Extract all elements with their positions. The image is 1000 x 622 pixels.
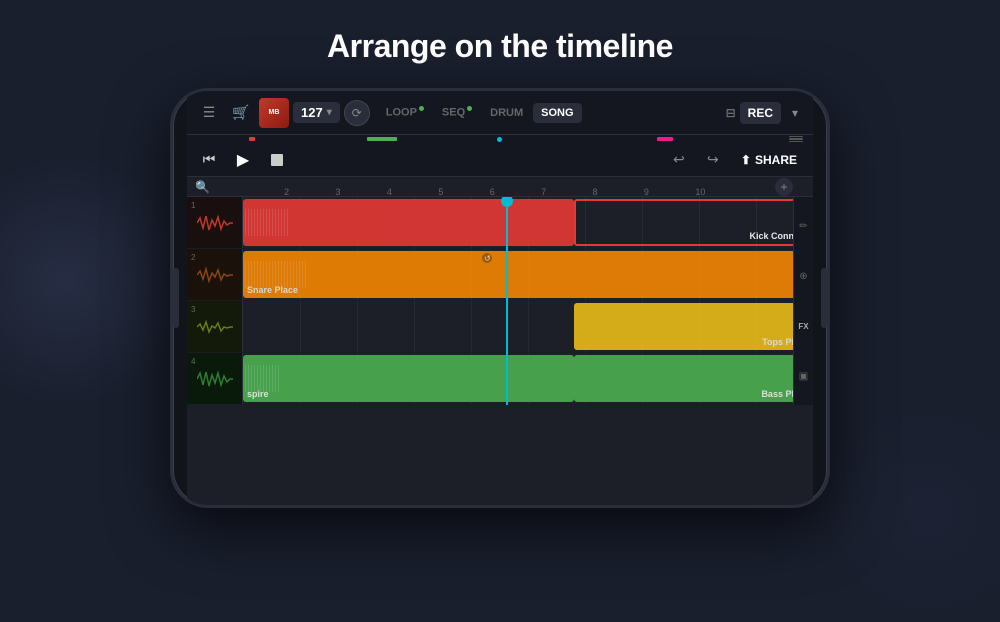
stop-button[interactable] <box>263 146 291 174</box>
ruler-num-6: 6 <box>490 187 495 197</box>
undo-button[interactable]: ↩ <box>665 146 693 174</box>
bpm-display[interactable]: 127 ▾ <box>293 102 340 123</box>
indicator-green <box>367 137 397 141</box>
edit-tool-button[interactable]: ✏ <box>795 217 813 235</box>
snare-loop-marker: ↺ <box>482 253 492 263</box>
clip-label-spire: spire <box>247 389 269 399</box>
indicator-teal <box>497 137 502 142</box>
clip-track4-bass[interactable]: ↺ Bass Place <box>574 355 813 402</box>
indicator-red <box>249 137 255 141</box>
bpm-arrow-icon: ▾ <box>327 107 332 118</box>
track-num-3: 3 <box>191 305 195 314</box>
clip-track3-tops[interactable]: ↺ Tops Place <box>574 303 813 350</box>
clip-track1-kick[interactable]: ↺ Kick Connect <box>574 199 813 246</box>
clip-track2-snare[interactable]: ↺ Snare Place <box>243 251 813 298</box>
tab-seq[interactable]: SEQ <box>434 102 480 123</box>
indicator-pink <box>657 137 673 141</box>
track-content-3: ↺ Tops Place <box>243 301 813 352</box>
track-content-2: ↺ Snare Place <box>243 249 813 300</box>
zoom-button[interactable]: 🔍 <box>195 180 210 194</box>
track-content-1: ↺ Kick Connect <box>243 197 813 248</box>
phone-notch-left <box>173 268 179 328</box>
indicator-lines <box>789 136 803 143</box>
clip-track1-main[interactable] <box>243 199 574 246</box>
clip-track4-main[interactable]: spire <box>243 355 574 402</box>
menu-button[interactable]: ☰ <box>195 99 223 127</box>
top-bar: ☰ 🛒 MB 127 ▾ ⟳ LOOP SEQ DRUM <box>187 91 813 135</box>
tracks-area: 1 <box>187 197 813 405</box>
ruler-num-2: 2 <box>284 187 289 197</box>
clip-pattern-2 <box>243 251 813 298</box>
album-art: MB <box>259 98 289 128</box>
fx-tool-button[interactable]: FX <box>795 317 813 335</box>
playhead <box>506 197 508 405</box>
cart-button[interactable]: 🛒 <box>227 99 255 127</box>
track-label-1: 1 <box>187 197 243 248</box>
transport-bar: ⏮ ▶ ↩ ↪ ⬆ SHARE <box>187 143 813 177</box>
eq-button[interactable]: ⊟ <box>726 106 736 120</box>
clip-label-snare: Snare Place <box>247 285 298 295</box>
track-label-3: 3 <box>187 301 243 352</box>
phone-frame: ☰ 🛒 MB 127 ▾ ⟳ LOOP SEQ DRUM <box>170 88 830 508</box>
share-icon: ⬆ <box>741 153 751 167</box>
clip-pattern-4 <box>243 355 574 402</box>
tempo-knob[interactable]: ⟳ <box>344 100 370 126</box>
track-num-4: 4 <box>191 357 195 366</box>
ruler-num-9: 9 <box>644 187 649 197</box>
track-num-2: 2 <box>191 253 195 262</box>
play-button[interactable]: ▶ <box>229 146 257 174</box>
waveform-icon-3 <box>197 316 233 338</box>
bg-orb-left <box>0 156 190 406</box>
track-num-1: 1 <box>191 201 195 210</box>
ruler-num-5: 5 <box>438 187 443 197</box>
bpm-value: 127 <box>301 105 323 120</box>
clip-pattern-1 <box>243 199 574 246</box>
waveform-icon-1 <box>197 212 233 234</box>
chevron-down-button[interactable]: ▾ <box>785 99 805 127</box>
ruler-num-3: 3 <box>336 187 341 197</box>
phone-notch-right <box>821 268 827 328</box>
waveform-icon-4 <box>197 368 233 390</box>
share-button[interactable]: ⬆ SHARE <box>733 149 805 171</box>
page-title: Arrange on the timeline <box>327 28 673 65</box>
timeline-ruler: 🔍 2 3 4 5 6 7 8 9 10 + <box>187 177 813 197</box>
folder-tool-button[interactable]: ▣ <box>795 367 813 385</box>
mixer-tool-button[interactable]: ⊕ <box>795 267 813 285</box>
track-content-4: spire ↺ Bass Place <box>243 353 813 404</box>
phone-wrapper: ☰ 🛒 MB 127 ▾ ⟳ LOOP SEQ DRUM <box>170 88 830 508</box>
track-label-2: 2 <box>187 249 243 300</box>
bg-orb-right <box>820 402 1000 622</box>
track-row-2: 2 <box>187 249 813 301</box>
waveform-icon-2 <box>197 264 233 286</box>
ruler-num-4: 4 <box>387 187 392 197</box>
ruler-num-7: 7 <box>541 187 546 197</box>
tab-song[interactable]: SONG <box>533 103 581 123</box>
redo-button[interactable]: ↪ <box>699 146 727 174</box>
track-row-1: 1 <box>187 197 813 249</box>
track-label-4: 4 <box>187 353 243 404</box>
track-row-3: 3 <box>187 301 813 353</box>
add-track-button[interactable]: + <box>775 178 793 196</box>
ruler-num-10: 10 <box>695 187 705 197</box>
tab-loop[interactable]: LOOP <box>378 102 432 123</box>
track-row-4: 4 <box>187 353 813 405</box>
nav-tabs: LOOP SEQ DRUM SONG <box>378 102 582 123</box>
rewind-button[interactable]: ⏮ <box>195 146 223 174</box>
right-tools-panel: ✏ ⊕ FX ▣ <box>793 197 813 405</box>
tab-drum[interactable]: DRUM <box>482 103 531 123</box>
ruler-num-8: 8 <box>593 187 598 197</box>
phone-screen: ☰ 🛒 MB 127 ▾ ⟳ LOOP SEQ DRUM <box>187 91 813 505</box>
rec-button[interactable]: REC <box>740 102 781 124</box>
indicator-bar <box>187 135 813 143</box>
